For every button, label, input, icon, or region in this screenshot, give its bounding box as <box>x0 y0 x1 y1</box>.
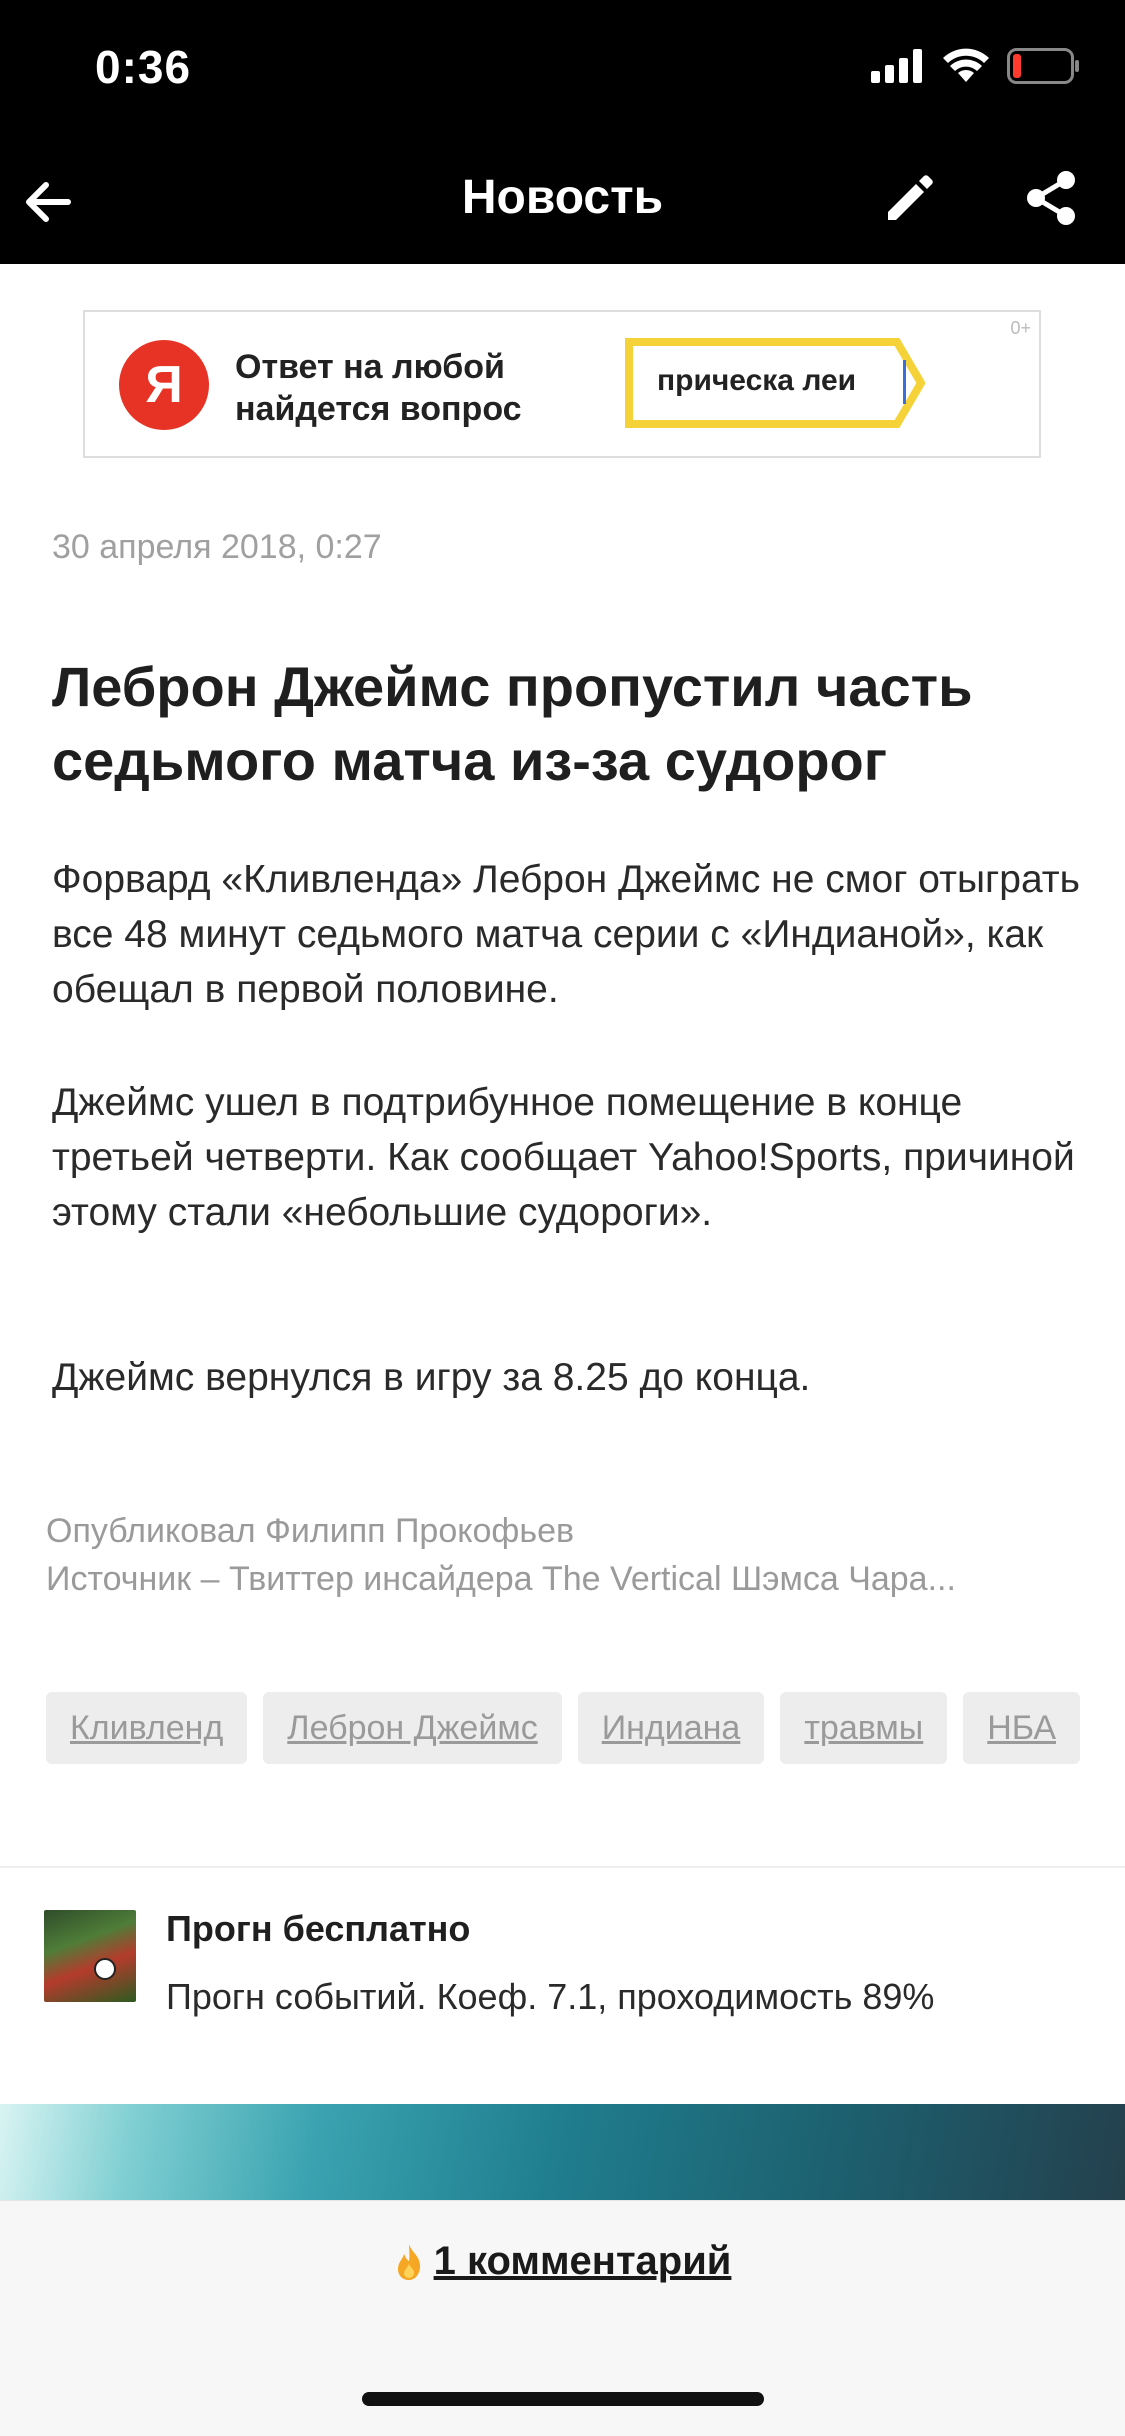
article-source[interactable]: Источник – Твиттер инсайдера The Vertica… <box>46 1560 1086 1599</box>
status-icons <box>871 48 1081 84</box>
tag-list: Кливленд Леброн Джеймс Индиана травмы НБ… <box>46 1692 1086 1764</box>
banner-image[interactable] <box>0 2104 1125 2200</box>
ad-text-line2: найдется вопрос <box>235 390 522 428</box>
article-paragraph: Джеймс вернулся в игру за 8.25 до конца. <box>52 1356 811 1399</box>
share-icon <box>1027 171 1075 225</box>
edit-button[interactable] <box>880 168 940 228</box>
ad-search-query: прическа леи <box>657 364 857 397</box>
ad-text-line1: Ответ на любой <box>235 348 505 386</box>
fire-icon <box>397 2243 420 2280</box>
article-date: 30 апреля 2018, 0:27 <box>52 528 382 566</box>
article-paragraph: Форвард «Кливленда» Леброн Джеймс не смо… <box>52 858 1080 1011</box>
divider <box>0 1866 1125 1868</box>
pencil-icon <box>888 175 933 220</box>
tag[interactable]: Леброн Джеймс <box>263 1692 562 1764</box>
tag[interactable]: Кливленд <box>46 1692 248 1764</box>
promo-title[interactable]: Прогн бесплатно <box>166 1908 470 1950</box>
home-indicator[interactable] <box>362 2392 764 2406</box>
signal-icon <box>871 49 922 83</box>
yandex-logo: Я <box>119 340 209 430</box>
promo-description[interactable]: Прогн событий. Коеф. 7.1, проходимость 8… <box>166 1976 934 2018</box>
article-author: Опубликовал Филипп Прокофьев <box>46 1512 575 1550</box>
ad-text: Ответ на любой найдется вопрос <box>235 346 522 430</box>
ad-search-arrow-icon <box>893 338 925 428</box>
tag[interactable]: Индиана <box>577 1692 765 1764</box>
tag[interactable]: травмы <box>780 1692 948 1764</box>
wifi-icon <box>943 48 989 82</box>
ad-text-cursor <box>903 360 906 404</box>
ad-banner[interactable]: Я Ответ на любой найдется вопрос прическ… <box>83 310 1041 458</box>
soccer-ball-icon <box>94 1958 116 1980</box>
page-title: Новость <box>461 171 664 224</box>
promo-thumbnail[interactable] <box>44 1910 136 2002</box>
article-paragraph: Джеймс ушел в подтрибунное помещение в к… <box>52 1081 1075 1234</box>
battery-low-icon <box>1007 48 1079 84</box>
article-headline: Леброн Джеймс пропустил часть седьмого м… <box>52 655 973 792</box>
comments-link[interactable]: 1 комментарий <box>0 2239 1125 2284</box>
share-button[interactable] <box>1022 168 1082 228</box>
ad-age-rating: 0+ <box>1010 318 1031 338</box>
comments-count-label[interactable]: 1 комментарий <box>434 2239 732 2284</box>
status-time: 0:36 <box>95 41 192 93</box>
top-bar: 0:36 Новость <box>0 0 1125 264</box>
tag[interactable]: НБА <box>963 1692 1081 1764</box>
